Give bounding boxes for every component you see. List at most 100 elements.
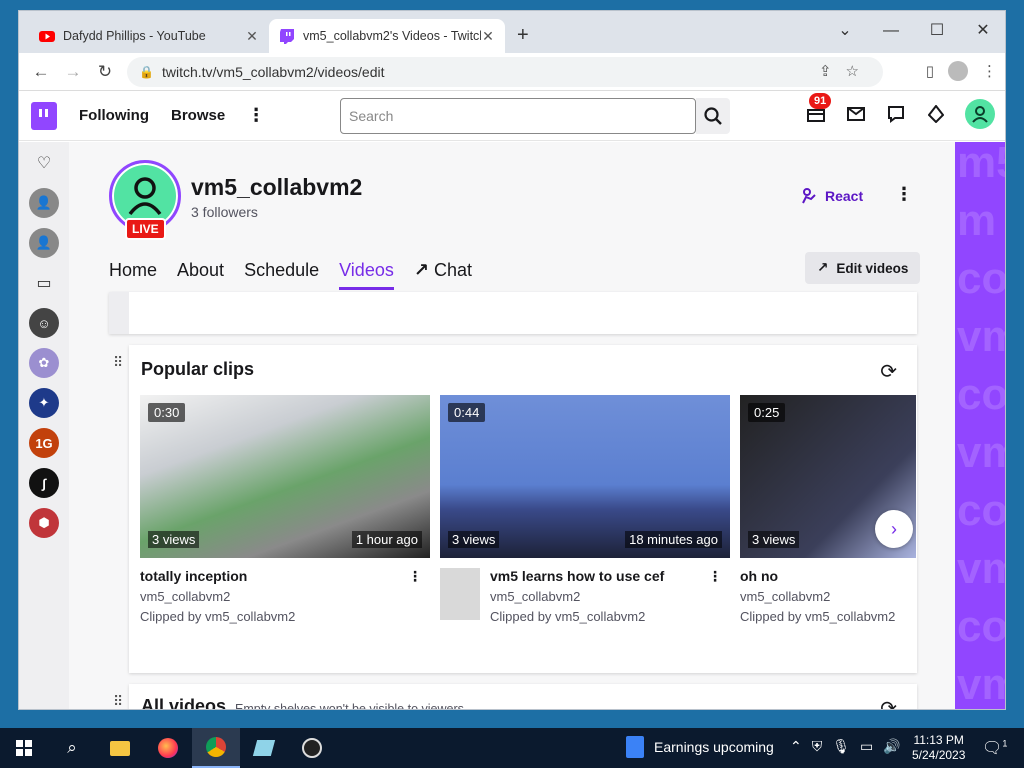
channel-avatar[interactable]: 👤 xyxy=(29,228,59,258)
clip-channel[interactable]: vm5_collabvm2 xyxy=(440,589,730,604)
channel-avatar[interactable]: 1G xyxy=(29,428,59,458)
channel-avatar[interactable]: ∫ xyxy=(29,468,59,498)
search-button[interactable] xyxy=(696,98,730,134)
menu-kebab-icon[interactable]: ⋮ xyxy=(982,62,997,80)
url-text: twitch.tv/vm5_collabvm2/videos/edit xyxy=(161,64,385,80)
windows-taskbar: ⌕ Earnings upcoming ⌃ ⛨ 🎙 ▭ 🔊 11:13 PM 5… xyxy=(0,728,1024,768)
close-tab-icon[interactable]: ✕ xyxy=(481,28,495,45)
heart-icon[interactable]: ♡ xyxy=(29,148,59,178)
notification-center-icon[interactable]: 🗨1 xyxy=(982,738,1007,758)
edit-videos-button[interactable]: ↗ Edit videos xyxy=(805,252,921,284)
react-label: React xyxy=(825,188,864,204)
side-panel-icon[interactable]: ▯ xyxy=(926,62,934,80)
nav-browse[interactable]: Browse xyxy=(171,107,225,124)
nav-following[interactable]: Following xyxy=(79,107,149,124)
start-button[interactable] xyxy=(0,728,48,768)
microphone-icon[interactable]: 🎙 xyxy=(832,738,850,755)
clock[interactable]: 11:13 PM 5/24/2023 xyxy=(912,733,965,763)
forward-arrow-icon[interactable]: → xyxy=(57,62,89,82)
channel-more-icon[interactable]: ⋮ xyxy=(895,184,913,205)
channel-avatar[interactable]: ☺ xyxy=(29,308,59,338)
youtube-icon xyxy=(39,31,55,42)
url-bar[interactable]: 🔒 twitch.tv/vm5_collabvm2/videos/edit ⇪☆ xyxy=(127,57,883,87)
decorative-text: vm xyxy=(957,428,1005,477)
more-icon[interactable]: ⋮ xyxy=(247,105,265,126)
file-explorer-icon[interactable] xyxy=(96,728,144,768)
tab-schedule[interactable]: Schedule xyxy=(244,260,319,290)
search-input[interactable]: Search xyxy=(340,98,696,134)
clip-more-icon[interactable]: ⋮ xyxy=(408,568,422,585)
tab-chat[interactable]: ↗ Chat xyxy=(414,260,472,290)
clip-card[interactable]: 0:44 3 views 18 minutes ago vm5 learns h… xyxy=(440,395,730,624)
tab-twitch[interactable]: vm5_collabvm2's Videos - Twitch ✕ xyxy=(269,19,505,53)
clip-title[interactable]: oh no xyxy=(740,568,778,584)
channel-tabs: Home About Schedule Videos ↗ Chat xyxy=(109,260,472,290)
decorative-text: co xyxy=(957,370,1005,419)
bookmark-star-icon[interactable]: ☆ xyxy=(846,63,873,80)
clock-date: 5/24/2023 xyxy=(912,748,966,762)
twitch-logo-icon[interactable] xyxy=(31,101,57,130)
clip-thumbnail[interactable]: 0:30 3 views 1 hour ago xyxy=(140,395,430,558)
refresh-icon[interactable]: ⟳ xyxy=(880,696,897,709)
next-clips-arrow-icon[interactable]: › xyxy=(875,510,913,548)
app-icon[interactable] xyxy=(240,728,288,768)
tab-youtube[interactable]: Dafydd Phillips - YouTube ✕ xyxy=(29,19,269,53)
close-window-button[interactable]: ✕ xyxy=(960,17,1005,45)
search-icon[interactable]: ⌕ xyxy=(48,728,96,768)
clip-age: 1 hour ago xyxy=(351,531,422,548)
bits-icon[interactable] xyxy=(925,103,947,125)
close-tab-icon[interactable]: ✕ xyxy=(245,28,259,45)
back-arrow-icon[interactable]: ← xyxy=(25,62,57,82)
obs-icon[interactable] xyxy=(288,728,336,768)
windows-logo-icon xyxy=(16,740,32,756)
clip-card[interactable]: 0:30 3 views 1 hour ago totally inceptio… xyxy=(140,395,430,624)
minimize-button[interactable]: — xyxy=(868,17,914,45)
tab-search-button[interactable]: ⌄ xyxy=(822,17,868,45)
decorative-text: co xyxy=(957,254,1005,303)
channel-avatar[interactable]: 👤 xyxy=(29,188,59,218)
channel-avatar[interactable]: ⬢ xyxy=(29,508,59,538)
clip-title[interactable]: totally inception xyxy=(140,568,247,584)
channel-avatar[interactable]: ✿ xyxy=(29,348,59,378)
security-shield-icon[interactable]: ⛨ xyxy=(812,738,823,755)
volume-icon[interactable]: 🔊 xyxy=(883,738,900,755)
drag-handle-icon[interactable]: ⠿ xyxy=(113,354,123,371)
refresh-icon[interactable]: ⟳ xyxy=(880,359,897,384)
shelf-title: Popular clips xyxy=(141,359,255,379)
chevron-up-icon[interactable]: ⌃ xyxy=(790,738,802,755)
channel-avatar[interactable]: ✦ xyxy=(29,388,59,418)
tab-about[interactable]: About xyxy=(177,260,224,290)
clip-channel[interactable]: vm5_collabvm2 xyxy=(740,589,916,604)
clip-views: 3 views xyxy=(448,531,500,548)
clip-more-icon[interactable]: ⋮ xyxy=(708,568,722,585)
channel-main: LIVE vm5_collabvm2 3 followers React ⋮ H… xyxy=(69,142,957,709)
video-camera-icon[interactable]: ▭ xyxy=(29,268,59,298)
clip-title[interactable]: vm5 learns how to use cef xyxy=(490,568,664,584)
reload-icon[interactable]: ↻ xyxy=(89,62,121,82)
profile-avatar-icon[interactable] xyxy=(948,61,968,81)
external-arrow-icon: ↗ xyxy=(413,260,429,280)
tab-home[interactable]: Home xyxy=(109,260,157,290)
tab-title: Dafydd Phillips - YouTube xyxy=(63,29,206,43)
firefox-icon[interactable] xyxy=(144,728,192,768)
tab-videos[interactable]: Videos xyxy=(339,260,394,290)
whispers-icon[interactable] xyxy=(885,103,907,125)
news-widget[interactable]: Earnings upcoming xyxy=(626,736,774,758)
network-icon[interactable]: ▭ xyxy=(860,738,873,755)
channel-name: vm5_collabvm2 xyxy=(191,174,363,200)
drag-handle-icon[interactable]: ⠿ xyxy=(113,693,123,709)
maximize-button[interactable]: ☐ xyxy=(914,17,960,45)
chrome-icon[interactable] xyxy=(192,728,240,768)
edit-videos-label: Edit videos xyxy=(836,260,909,276)
clip-channel[interactable]: vm5_collabvm2 xyxy=(140,589,430,604)
new-tab-button[interactable]: + xyxy=(517,24,529,47)
clip-thumbnail[interactable]: 0:44 3 views 18 minutes ago xyxy=(440,395,730,558)
share-icon[interactable]: ⇪ xyxy=(819,63,846,80)
prime-loot-icon[interactable]: 91 xyxy=(805,93,832,125)
channel-thumbnail[interactable] xyxy=(440,568,480,620)
user-avatar[interactable] xyxy=(965,99,995,129)
twitch-header: Following Browse ⋮ Search 91 xyxy=(19,91,1005,141)
decorative-text: vm xyxy=(957,312,1005,361)
react-button[interactable]: React xyxy=(801,187,863,205)
inbox-icon[interactable] xyxy=(845,103,867,125)
